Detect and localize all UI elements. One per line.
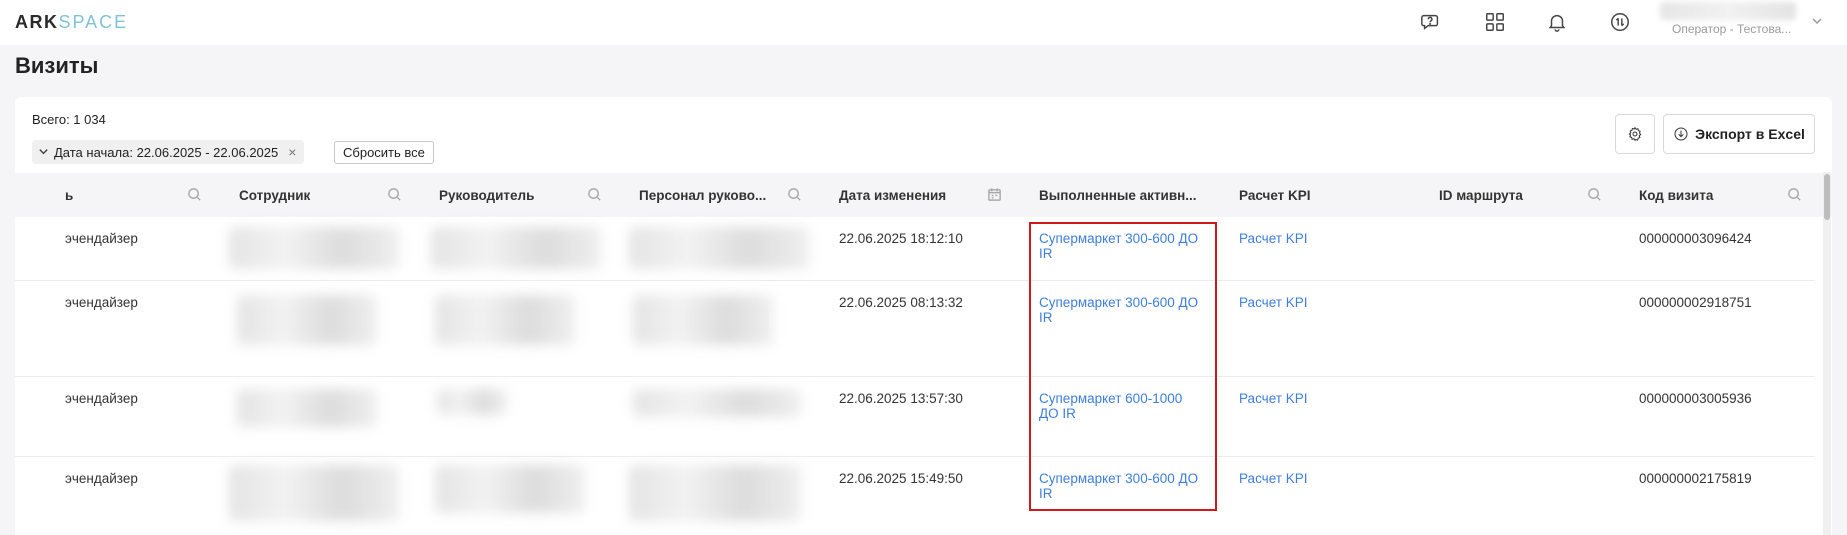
search-icon[interactable] — [787, 187, 803, 203]
column-header-manager-staff[interactable]: Персонал руково... — [639, 173, 766, 217]
visits-card: Всего: 1 034 Дата начала: 22.06.2025 - 2… — [15, 97, 1832, 535]
column-header-manager[interactable]: Руководитель — [439, 173, 534, 217]
table-row[interactable]: эчендайзер 22.06.2025 13:57:30 Супермарк… — [15, 377, 1815, 457]
role-cell: эчендайзер — [65, 295, 138, 310]
reset-all-button[interactable]: Сбросить все — [334, 141, 434, 164]
table-row[interactable]: эчендайзер 22.06.2025 18:12:10 Супермарк… — [15, 217, 1815, 281]
column-header-visit-code[interactable]: Код визита — [1639, 173, 1713, 217]
download-icon — [1674, 127, 1688, 141]
column-header-route-id[interactable]: ID маршрута — [1439, 173, 1523, 217]
user-role[interactable]: Оператор - Тестова... — [1672, 22, 1791, 36]
manager-cell-redacted — [437, 389, 507, 415]
date-filter-label: Дата начала: 22.06.2025 - 22.06.2025 — [54, 144, 279, 160]
user-name[interactable] — [1660, 2, 1796, 20]
bell-icon[interactable] — [1544, 9, 1570, 35]
role-cell: эчендайзер — [65, 471, 138, 486]
kpi-link[interactable]: Расчет KPI — [1239, 391, 1307, 406]
staff-cell-redacted — [633, 295, 773, 345]
search-icon[interactable] — [187, 187, 203, 203]
settings-button[interactable] — [1615, 114, 1655, 154]
column-header-completed-activities[interactable]: Выполненные активн... — [1039, 173, 1197, 217]
date-cell: 22.06.2025 15:49:50 — [839, 471, 963, 486]
kpi-link[interactable]: Расчет KPI — [1239, 295, 1307, 310]
staff-cell-redacted — [629, 465, 801, 521]
staff-cell-redacted — [629, 227, 809, 269]
date-cell: 22.06.2025 08:13:32 — [839, 295, 963, 310]
app-logo[interactable]: ARKSPACE — [15, 12, 128, 33]
kpi-link[interactable]: Расчет KPI — [1239, 471, 1307, 486]
export-excel-label: Экспорт в Excel — [1695, 126, 1805, 142]
apps-grid-icon[interactable] — [1482, 9, 1508, 35]
visit-code-cell: 000000002918751 — [1639, 295, 1752, 310]
table-row[interactable]: эчендайзер 22.06.2025 08:13:32 Супермарк… — [15, 281, 1815, 377]
search-icon[interactable] — [1587, 187, 1603, 203]
role-cell: эчендайзер — [65, 231, 138, 246]
vertical-scrollbar-track[interactable] — [1823, 172, 1831, 535]
page-title: Визиты — [15, 53, 99, 78]
activity-link[interactable]: Супермаркет 300-600 ДО IR — [1039, 231, 1198, 261]
activity-link[interactable]: Супермаркет 300-600 ДО IR — [1039, 471, 1198, 501]
employee-cell-redacted — [237, 389, 377, 427]
employee-cell-redacted — [237, 295, 377, 345]
top-bar: ARKSPACE Оператор - Тестова... — [0, 0, 1847, 45]
employee-cell-redacted — [229, 227, 399, 269]
manager-cell-redacted — [435, 295, 575, 345]
calendar-icon[interactable] — [987, 187, 1003, 203]
date-cell: 22.06.2025 13:57:30 — [839, 391, 963, 406]
sync-icon[interactable] — [1607, 9, 1633, 35]
help-chat-icon[interactable] — [1418, 9, 1444, 35]
activity-link[interactable]: Супермаркет 600-1000 ДО IR — [1039, 391, 1182, 421]
date-cell: 22.06.2025 18:12:10 — [839, 231, 963, 246]
visit-code-cell: 000000003005936 — [1639, 391, 1752, 406]
column-header-employee[interactable]: Сотрудник — [239, 173, 310, 217]
visit-code-cell: 000000002175819 — [1639, 471, 1752, 486]
table-row[interactable]: эчендайзер 22.06.2025 15:49:50 Супермарк… — [15, 457, 1815, 535]
column-header-kpi[interactable]: Расчет KPI — [1239, 173, 1311, 217]
export-excel-button[interactable]: Экспорт в Excel — [1663, 114, 1815, 154]
search-icon[interactable] — [587, 187, 603, 203]
total-count: Всего: 1 034 — [32, 112, 106, 127]
column-header[interactable]: ь — [65, 173, 73, 217]
role-cell: эчендайзер — [65, 391, 138, 406]
search-icon[interactable] — [1787, 187, 1803, 203]
manager-cell-redacted — [435, 465, 585, 513]
employee-cell-redacted — [229, 465, 399, 521]
chevron-down-icon[interactable] — [38, 145, 54, 160]
close-icon[interactable]: × — [288, 144, 296, 160]
vertical-scrollbar-thumb[interactable] — [1824, 174, 1830, 220]
kpi-link[interactable]: Расчет KPI — [1239, 231, 1307, 246]
date-filter-chip[interactable]: Дата начала: 22.06.2025 - 22.06.2025 × — [32, 140, 305, 164]
visit-code-cell: 000000003096424 — [1639, 231, 1752, 246]
chevron-down-icon[interactable] — [1810, 14, 1824, 28]
column-header-change-date[interactable]: Дата изменения — [839, 173, 946, 217]
staff-cell-redacted — [633, 389, 801, 417]
table-header: ь Сотрудник Руководитель Персонал руково… — [15, 173, 1832, 217]
search-icon[interactable] — [387, 187, 403, 203]
gear-icon — [1628, 126, 1642, 142]
manager-cell-redacted — [431, 227, 601, 269]
activity-link[interactable]: Супермаркет 300-600 ДО IR — [1039, 295, 1198, 325]
